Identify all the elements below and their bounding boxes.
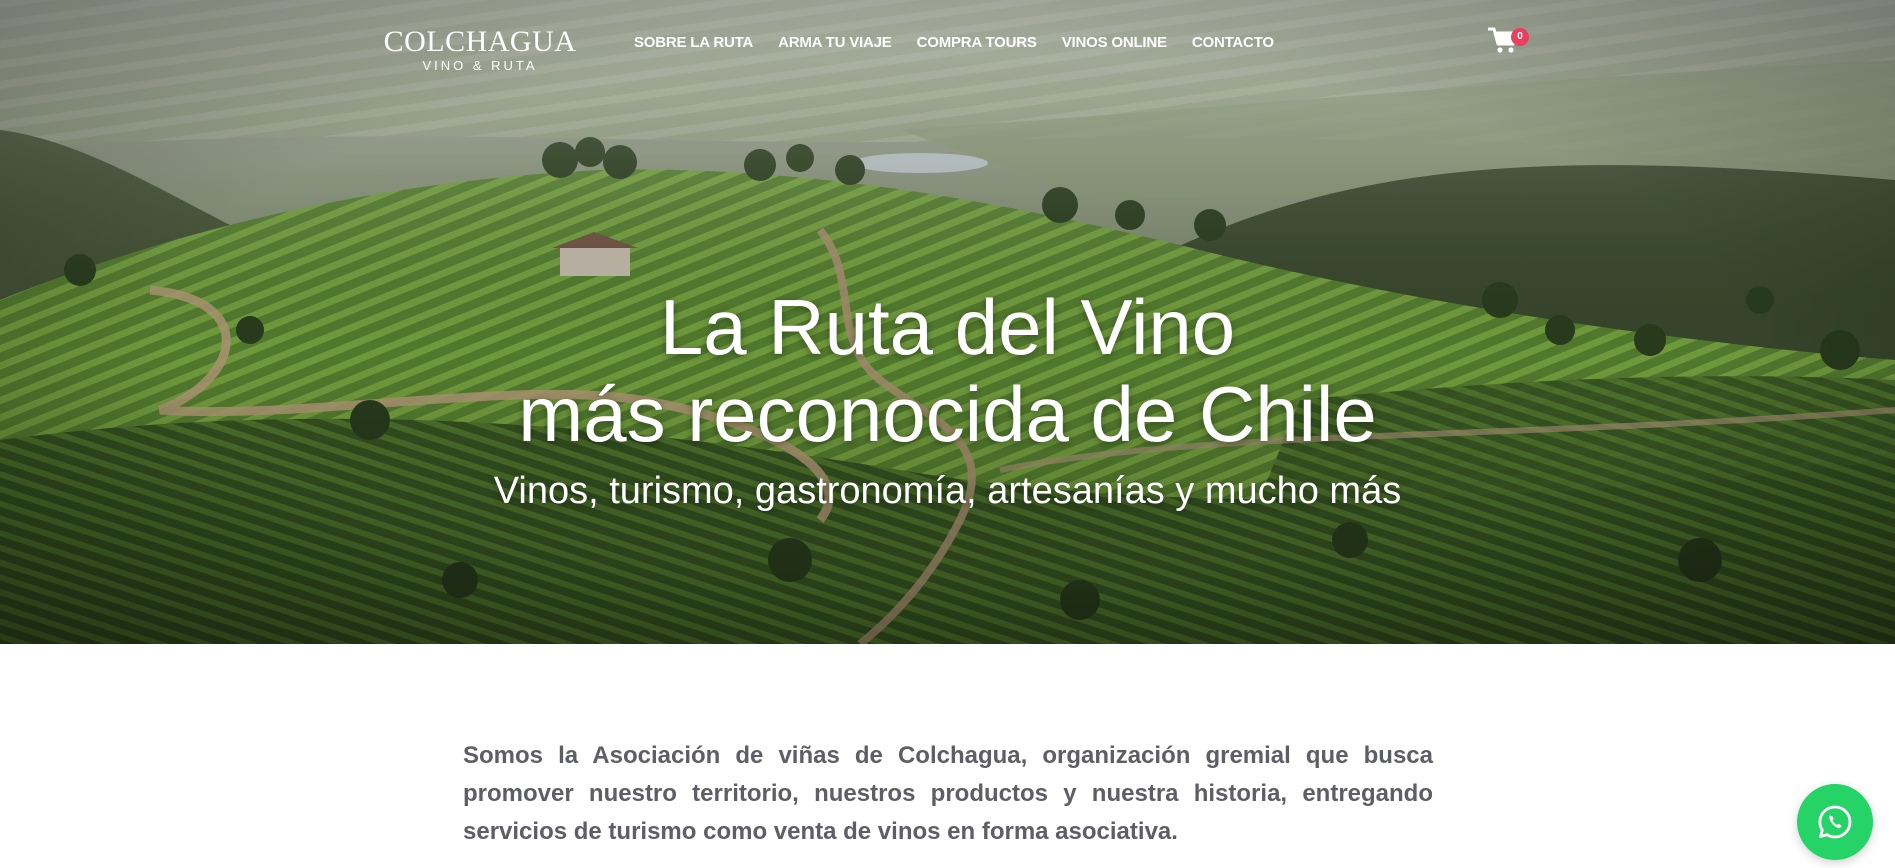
brand-logo[interactable]: COLCHAGUA VINO & RUTA (380, 26, 580, 74)
hero-text: La Ruta del Vino más reconocida de Chile… (0, 284, 1895, 514)
nav-item-arma-tu-viaje[interactable]: ARMA TU VIAJE (778, 33, 892, 53)
nav-item-contacto[interactable]: CONTACTO (1192, 33, 1274, 53)
nav-item-sobre-la-ruta[interactable]: SOBRE LA RUTA (634, 33, 753, 53)
intro-paragraph: Somos la Asociación de viñas de Colchagu… (463, 742, 1433, 845)
brand-name: COLCHAGUA (383, 25, 577, 58)
nav-item-vinos-online[interactable]: VINOS ONLINE (1062, 33, 1167, 53)
hero-title-line-1: La Ruta del Vino (659, 283, 1236, 371)
cart-count-badge: 0 (1511, 28, 1529, 46)
hero-title: La Ruta del Vino más reconocida de Chile (0, 284, 1895, 458)
whatsapp-button[interactable] (1797, 784, 1873, 860)
nav-item-compra-tours[interactable]: COMPRA TOURS (917, 33, 1037, 53)
hero-subtitle: Vinos, turismo, gastronomía, artesanías … (493, 470, 1402, 512)
hero-title-line-2: más reconocida de Chile (518, 370, 1377, 458)
whatsapp-icon (1818, 805, 1852, 839)
main-nav: SOBRE LA RUTA ARMA TU VIAJE COMPRA TOURS… (634, 33, 1274, 53)
hero-section: COLCHAGUA VINO & RUTA SOBRE LA RUTA ARMA… (0, 0, 1895, 644)
cart-button[interactable]: 0 (1488, 24, 1530, 58)
brand-tagline: VINO & RUTA (422, 58, 538, 73)
